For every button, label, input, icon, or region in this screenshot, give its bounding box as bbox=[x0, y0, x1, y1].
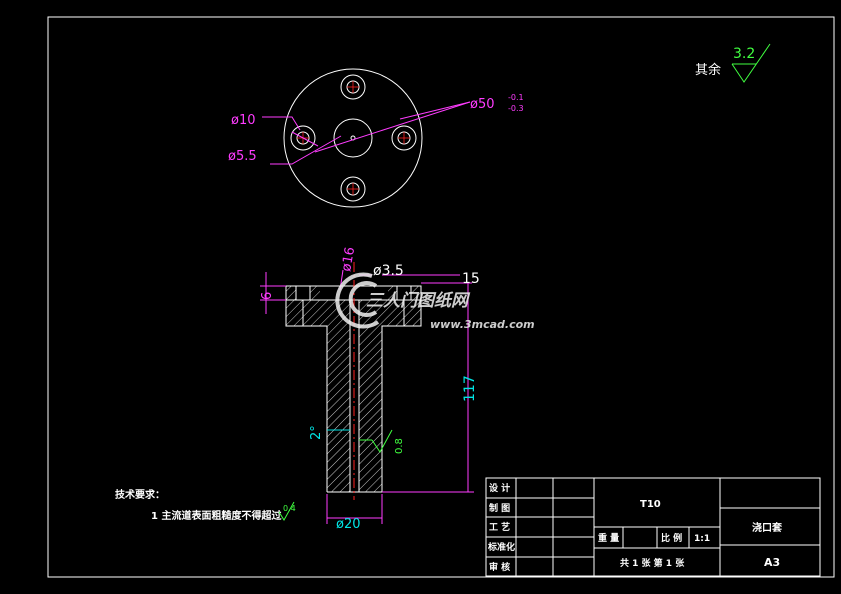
top-view-dimensions bbox=[262, 101, 471, 165]
tb-scale-label: 比 例 bbox=[661, 532, 682, 544]
dim-hole-large: ø10 bbox=[231, 113, 256, 128]
tb-review: 审 核 bbox=[489, 561, 510, 573]
tb-weight-label: 重 量 bbox=[598, 532, 619, 544]
watermark-url: www.3mcad.com bbox=[430, 318, 535, 331]
tech-req-title: 技术要求： bbox=[115, 488, 165, 501]
tb-sheet-size: A3 bbox=[764, 556, 780, 569]
roughness-inner-value: 0.8 bbox=[394, 438, 405, 454]
tb-material: T10 bbox=[640, 499, 661, 510]
dim-flange-step: 15 bbox=[462, 271, 480, 287]
dim-flange-height: 6 bbox=[260, 292, 275, 300]
dim-total-height: 117 bbox=[462, 375, 478, 402]
tb-sheets: 共 1 张 第 1 张 bbox=[620, 557, 685, 569]
dim-bore-top: ø16 bbox=[339, 246, 358, 273]
tb-design: 设 计 bbox=[489, 482, 510, 494]
tech-req-item1-value: 0.4 bbox=[283, 504, 296, 513]
drawing-canvas: ø10 ø5.5 ø50 -0.1 -0.3 其余 3.2 6 ø16 ø3.5… bbox=[47, 16, 835, 578]
dim-hole-small: ø5.5 bbox=[228, 149, 257, 164]
center-hole bbox=[333, 118, 373, 158]
tb-scale-value: 1:1 bbox=[694, 534, 710, 544]
dim-outer-tol-upper: -0.1 bbox=[508, 93, 524, 102]
dim-shaft-diameter: ø20 bbox=[336, 517, 361, 532]
tb-standard: 标准化 bbox=[487, 541, 515, 553]
tb-part-name: 浇口套 bbox=[752, 521, 783, 534]
roughness-other-label: 其余 bbox=[695, 62, 721, 78]
center-marks bbox=[297, 81, 410, 195]
dim-outer: ø50 bbox=[470, 97, 495, 112]
roughness-other-value: 3.2 bbox=[733, 46, 755, 62]
dim-bore-small: ø3.5 bbox=[373, 263, 404, 279]
dim-taper-angle: 2° bbox=[309, 425, 324, 440]
top-view bbox=[283, 68, 423, 208]
tb-draw: 制 图 bbox=[489, 502, 510, 514]
tb-process: 工 艺 bbox=[489, 521, 510, 533]
dim-outer-tol-lower: -0.3 bbox=[508, 104, 524, 113]
tech-req-item1: 1 主流道表面粗糙度不得超过 bbox=[151, 509, 281, 522]
watermark-brand: 三人门图纸网 bbox=[366, 291, 471, 311]
